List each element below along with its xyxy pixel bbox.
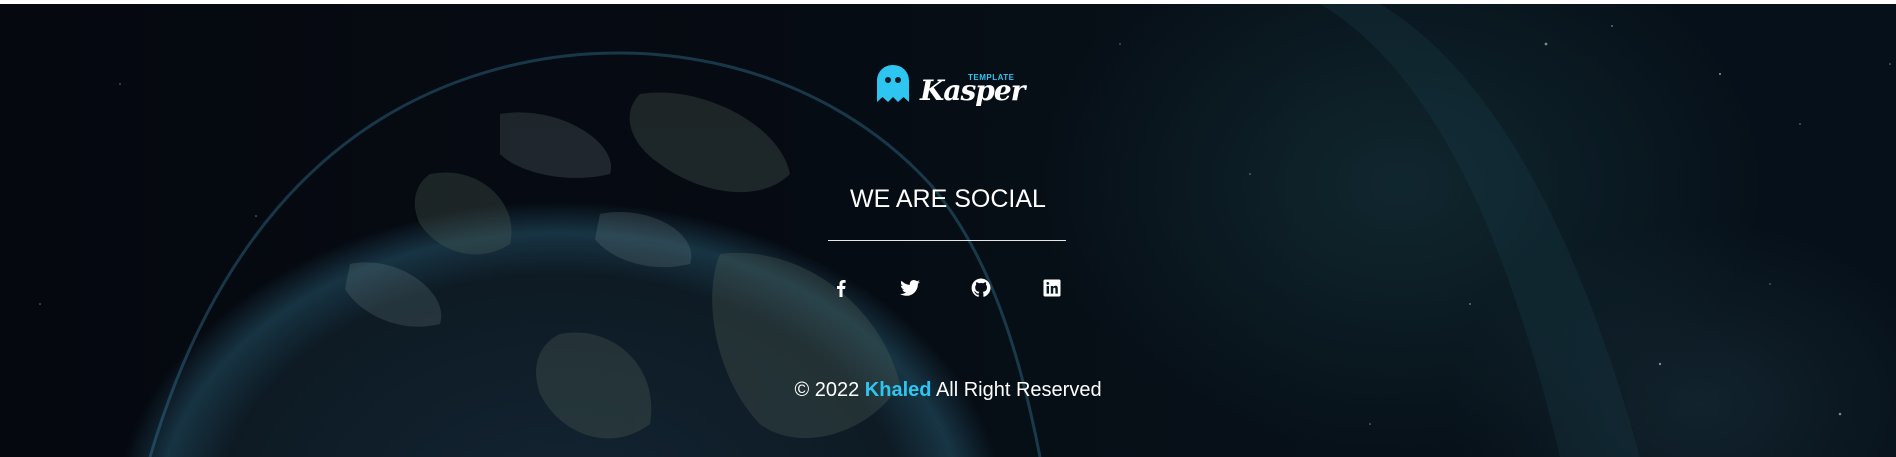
github-link[interactable] xyxy=(969,276,993,300)
facebook-link[interactable] xyxy=(829,276,853,300)
github-icon xyxy=(971,278,991,297)
ghost-icon xyxy=(877,65,909,102)
twitter-link[interactable] xyxy=(898,276,922,300)
site-footer: TEMPLATE Kasper WE ARE SOCIAL © 2022 Kha… xyxy=(0,4,1896,457)
facebook-icon xyxy=(837,280,846,297)
site-logo[interactable]: TEMPLATE Kasper xyxy=(876,62,1025,112)
social-heading: WE ARE SOCIAL xyxy=(850,185,1046,213)
copyright-text: © 2022 Khaled All Right Reserved xyxy=(0,379,1896,402)
logo-wordmark: Kasper xyxy=(920,74,1025,107)
linkedin-icon xyxy=(1043,279,1061,297)
copyright-brand[interactable]: Khaled xyxy=(865,379,932,401)
copyright-suffix: All Right Reserved xyxy=(935,379,1102,401)
heading-divider xyxy=(828,240,1066,241)
copyright-prefix: © 2022 xyxy=(794,379,860,401)
twitter-icon xyxy=(900,280,920,296)
linkedin-link[interactable] xyxy=(1040,276,1064,300)
footer-content: TEMPLATE Kasper WE ARE SOCIAL © 2022 Kha… xyxy=(0,4,1896,457)
